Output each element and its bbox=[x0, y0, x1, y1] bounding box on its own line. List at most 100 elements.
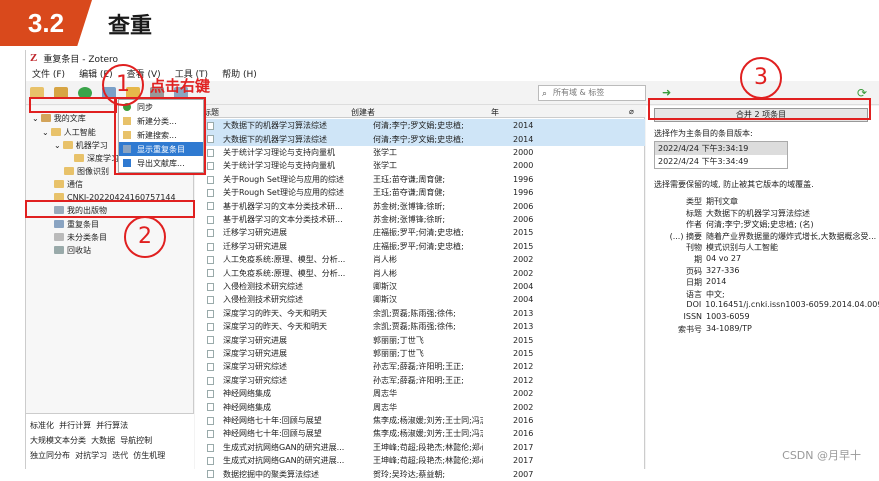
field-value: 10.16451/j.cnki.issn1003-6059.2014.04.00… bbox=[705, 300, 879, 310]
ctx-export-library[interactable]: 导出文献库... bbox=[119, 156, 203, 170]
table-row[interactable]: 关于统计学习理论与支持向量机 张学工 2000 bbox=[195, 159, 645, 172]
item-year: 2002 bbox=[513, 268, 534, 278]
table-row[interactable]: 深度学习研究进展 郭丽丽;丁世飞 2015 bbox=[195, 347, 645, 360]
table-row[interactable]: 深度学习研究综述 孙志军;薛磊;许阳明;王正; 2012 bbox=[195, 360, 645, 373]
col-year[interactable]: 年 bbox=[491, 107, 499, 118]
table-row[interactable]: 数据挖掘中的聚类算法综述 贺玲;吴玲达;蔡益朝; 2007 bbox=[195, 467, 645, 480]
tag[interactable]: 大规模文本分类 bbox=[30, 436, 86, 445]
tree-my-library[interactable]: ⌄ 我的文库 bbox=[32, 112, 86, 124]
tree-item-cnki[interactable]: CNKI-20220424160757144 bbox=[54, 191, 176, 203]
ctx-new-collection[interactable]: 新建分类... bbox=[119, 114, 203, 128]
new-library-icon[interactable] bbox=[54, 86, 68, 99]
pick-version-label: 选择作为主条目的条目版本: bbox=[654, 129, 753, 138]
item-title: 基于机器学习的文本分类技术研... bbox=[223, 214, 343, 224]
table-row[interactable]: 深度学习的昨天、今天和明天 余凯;贾磊;陈雨强;徐伟; 2013 bbox=[195, 320, 645, 333]
table-row[interactable]: 神经网络集成 周志华 2002 bbox=[195, 387, 645, 400]
locate-arrow-icon[interactable]: ➜ bbox=[662, 86, 671, 99]
tree-item-duplicates[interactable]: 重复条目 bbox=[54, 218, 99, 230]
tree-item-image[interactable]: 图像识别 bbox=[64, 165, 109, 177]
table-row[interactable]: 生成式对抗网络GAN的研究进展... 王坤峰;苟超;段艳杰;林懿伦;郑心湖;...… bbox=[195, 454, 645, 467]
table-row[interactable]: 关于Rough Set理论与应用的综述 王珏;苗夺谦;周育健; 1996 bbox=[195, 173, 645, 186]
col-creator[interactable]: 创建者 bbox=[351, 107, 375, 118]
export-icon bbox=[123, 159, 131, 167]
attachment-col-icon[interactable]: ⌀ bbox=[629, 107, 634, 116]
item-title: 关于统计学习理论与支持向量机 bbox=[223, 161, 335, 171]
document-icon bbox=[207, 229, 214, 238]
field-label: 索书号 bbox=[678, 324, 702, 334]
document-icon bbox=[207, 470, 214, 479]
document-icon bbox=[207, 242, 214, 251]
new-collection-icon[interactable] bbox=[30, 86, 44, 99]
sync-icon[interactable]: ⟳ bbox=[857, 86, 867, 100]
folder-icon bbox=[123, 117, 131, 125]
version-item[interactable]: 2022/4/24 下午3:34:19 bbox=[655, 142, 787, 155]
col-title[interactable]: 标题 bbox=[203, 107, 219, 118]
item-year: 2014 bbox=[513, 121, 534, 131]
tag[interactable]: 对抗学习 bbox=[75, 451, 107, 460]
duplicates-icon bbox=[123, 145, 131, 153]
table-row[interactable]: 关于Rough Set理论与应用的综述 王珏;苗夺谦;周育健; 1996 bbox=[195, 186, 645, 199]
table-row[interactable]: 人工免疫系统:原理、模型、分析... 肖人彬 2002 bbox=[195, 266, 645, 279]
table-row[interactable]: 迁移学习研究进展 庄福振;罗平;何清;史忠植; 2015 bbox=[195, 240, 645, 253]
tag[interactable]: 迭代 bbox=[112, 451, 128, 460]
table-row[interactable]: 入侵检测技术研究综述 卿斯汉 2004 bbox=[195, 280, 645, 293]
ctx-new-search[interactable]: 新建搜索... bbox=[119, 128, 203, 142]
tree-item-trash[interactable]: 回收站 bbox=[54, 244, 91, 256]
tag[interactable]: 大数据 bbox=[91, 436, 115, 445]
tag[interactable]: 标准化 bbox=[30, 421, 54, 430]
table-row[interactable]: 关于统计学习理论与支持向量机 张学工 2000 bbox=[195, 146, 645, 159]
field-value: 大数据下的机器学习算法综述 bbox=[706, 208, 810, 218]
item-year: 2013 bbox=[513, 308, 534, 318]
document-icon bbox=[207, 403, 214, 412]
table-row[interactable]: 人工免疫系统:原理、模型、分析... 肖人彬 2002 bbox=[195, 253, 645, 266]
tree-item-unfiled[interactable]: 未分类条目 bbox=[54, 231, 107, 243]
field-row: 作者 何清;李宁;罗文娟;史忠植; (名) bbox=[646, 219, 879, 231]
item-year: 1996 bbox=[513, 188, 534, 198]
tree-item-ai[interactable]: ⌄ 人工智能 bbox=[42, 126, 96, 138]
version-item[interactable]: 2022/4/24 下午3:34:49 bbox=[655, 155, 787, 168]
tag[interactable]: 仿生机理 bbox=[133, 451, 165, 460]
item-creator: 余凯;贾磊;陈雨强;徐伟; bbox=[373, 322, 456, 332]
menu-file[interactable]: 文件 (F) bbox=[32, 67, 65, 80]
table-row[interactable]: 神经网络七十年:回顾与展望 焦李成;杨淑媛;刘芳;王士同;冯志敏; 2016 bbox=[195, 414, 645, 427]
document-icon bbox=[207, 162, 214, 171]
search-input[interactable]: ⌕ 所有域 & 标签 bbox=[538, 85, 646, 101]
table-row[interactable]: 神经网络集成 周志华 2002 bbox=[195, 400, 645, 413]
table-row[interactable]: 深度学习研究进展 郭丽丽;丁世飞 2015 bbox=[195, 333, 645, 346]
tag[interactable]: 导航控制 bbox=[120, 436, 152, 445]
tree-item-dl[interactable]: 深度学习 bbox=[74, 152, 119, 164]
item-title: 神经网络集成 bbox=[223, 402, 271, 412]
table-row[interactable]: 迁移学习研究进展 庄福振;罗平;何清;史忠植; 2015 bbox=[195, 226, 645, 239]
field-label: 类型 bbox=[686, 197, 702, 206]
field-row: 日期 2014 bbox=[646, 277, 879, 289]
tree-item-publications[interactable]: 我的出版物 bbox=[54, 204, 107, 216]
field-row: DOI 10.16451/j.cnki.issn1003-6059.2014.04… bbox=[646, 300, 879, 312]
document-icon bbox=[207, 269, 214, 278]
merge-items-button[interactable]: 合并 2 项条目 bbox=[654, 108, 868, 122]
table-row[interactable]: 深度学习研究综述 孙志军;薛磊;许阳明;王正; 2012 bbox=[195, 374, 645, 387]
menu-help[interactable]: 帮助 (H) bbox=[222, 67, 257, 80]
slide-banner: 3.2 查重 bbox=[0, 0, 879, 50]
item-title: 深度学习的昨天、今天和明天 bbox=[223, 322, 327, 332]
table-row[interactable]: 深度学习的昨天、今天和明天 余凯;贾磊;陈雨强;徐伟; 2013 bbox=[195, 307, 645, 320]
tree-item-comm[interactable]: 通信 bbox=[54, 178, 83, 190]
table-row[interactable]: 基于机器学习的文本分类技术研... 苏金树;张博锋;徐昕; 2006 bbox=[195, 213, 645, 226]
document-icon bbox=[207, 282, 214, 291]
item-title: 神经网络七十年:回顾与展望 bbox=[223, 429, 322, 439]
item-year: 2000 bbox=[513, 147, 534, 157]
tag[interactable]: 独立同分布 bbox=[30, 451, 70, 460]
tag[interactable]: 并行计算 bbox=[59, 421, 91, 430]
table-row[interactable]: 大数据下的机器学习算法综述 何清;李宁;罗文娟;史忠植; 2014 bbox=[195, 119, 645, 133]
new-item-icon[interactable] bbox=[78, 86, 92, 99]
table-row[interactable]: 入侵检测技术研究综述 卿斯汉 2004 bbox=[195, 293, 645, 306]
table-row[interactable]: 基于机器学习的文本分类技术研... 苏金树;张博锋;徐昕; 2006 bbox=[195, 199, 645, 212]
tag[interactable]: 并行算法 bbox=[96, 421, 128, 430]
watermark: CSDN @月早十 bbox=[782, 449, 861, 462]
item-title: 数据挖掘中的聚类算法综述 bbox=[223, 469, 319, 479]
table-row[interactable]: 神经网络七十年:回顾与展望 焦李成;杨淑媛;刘芳;王士同;冯志敏; 2016 bbox=[195, 427, 645, 440]
table-row[interactable]: 大数据下的机器学习算法综述 何清;李宁;罗文娟;史忠植; 2014 bbox=[195, 132, 645, 146]
ctx-show-duplicates[interactable]: 显示重复条目 bbox=[119, 142, 203, 156]
item-creator: 王坤峰;苟超;段艳杰;林懿伦;郑心湖;... bbox=[373, 442, 483, 452]
tree-item-ml[interactable]: ⌄ 机器学习 bbox=[54, 139, 108, 151]
table-row[interactable]: 生成式对抗网络GAN的研究进展... 王坤峰;苟超;段艳杰;林懿伦;郑心湖;...… bbox=[195, 441, 645, 454]
